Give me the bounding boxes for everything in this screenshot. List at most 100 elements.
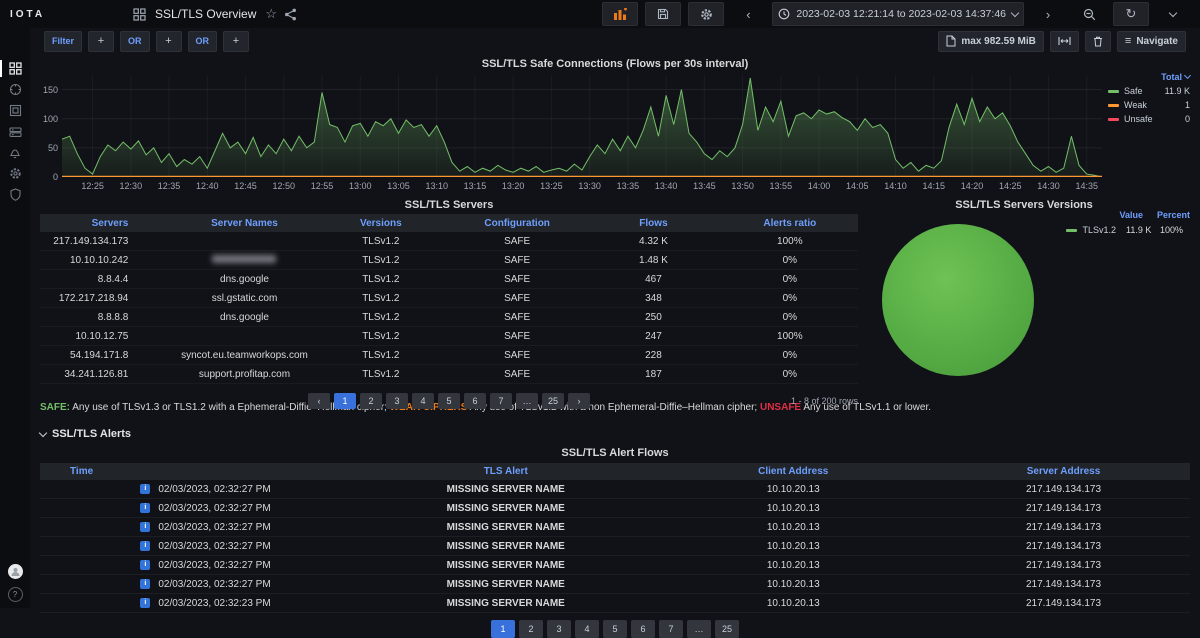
time-range-picker[interactable]: 2023-02-03 12:21:14 to 2023-02-03 14:37:… <box>772 2 1024 26</box>
pagination-next-button[interactable]: › <box>568 393 590 409</box>
column-header[interactable]: Server Address <box>937 463 1190 480</box>
alert-row[interactable]: i02/03/2023, 02:32:27 PMMISSING SERVER N… <box>40 556 1190 575</box>
column-header[interactable]: TLS Alert <box>362 463 650 480</box>
pagination-page-button[interactable]: 3 <box>386 393 408 409</box>
column-header[interactable]: Alerts ratio <box>722 214 858 232</box>
time-forward-button[interactable]: › <box>1031 3 1065 25</box>
table-row[interactable]: 34.241.126.81support.profitap.comTLSv1.2… <box>40 365 858 384</box>
table-row[interactable]: 54.194.171.8syncot.eu.teamworkops.comTLS… <box>40 346 858 365</box>
sidebar-item-alerting[interactable] <box>0 142 30 163</box>
pagination-page-button[interactable]: 2 <box>519 620 543 638</box>
legend-item-safe[interactable]: Safe11.9 K <box>1108 86 1190 96</box>
alert-row[interactable]: i02/03/2023, 02:32:27 PMMISSING SERVER N… <box>40 480 1190 499</box>
cell-version: TLSv1.2 <box>313 346 449 365</box>
sidebar-item-dashboards[interactable] <box>0 58 30 79</box>
table-row[interactable]: 10.10.10.242TLSv1.2SAFE1.48 K0% <box>40 251 858 270</box>
help-icon[interactable]: ? <box>8 587 23 602</box>
table-row[interactable]: 172.217.218.94ssl.gstatic.comTLSv1.2SAFE… <box>40 289 858 308</box>
info-icon[interactable]: i <box>140 560 150 570</box>
pagination-page-button[interactable]: … <box>516 393 538 409</box>
column-header[interactable]: Versions <box>313 214 449 232</box>
column-header[interactable]: Client Address <box>650 463 938 480</box>
pagination-page-button[interactable]: 7 <box>490 393 512 409</box>
info-icon[interactable]: i <box>140 503 150 513</box>
alert-row[interactable]: i02/03/2023, 02:32:27 PMMISSING SERVER N… <box>40 499 1190 518</box>
column-header[interactable]: Configuration <box>449 214 585 232</box>
sidebar-item-settings[interactable] <box>0 163 30 184</box>
save-dashboard-button[interactable] <box>645 2 681 26</box>
pagination-page-button[interactable]: 1 <box>334 393 356 409</box>
star-icon[interactable]: ☆ <box>265 6 277 22</box>
alerts-section-header[interactable]: SSL/TLS Alerts <box>40 428 1190 440</box>
sidebar-item-security[interactable] <box>0 184 30 205</box>
cell-alerts-ratio: 0% <box>722 308 858 327</box>
add-filter-button[interactable]: + <box>88 31 114 52</box>
alert-row[interactable]: i02/03/2023, 02:32:23 PMMISSING SERVER N… <box>40 594 1190 613</box>
table-row[interactable]: 10.10.12.75TLSv1.2SAFE247100% <box>40 327 858 346</box>
table-row[interactable]: 217.149.134.173TLSv1.2SAFE4.32 K100% <box>40 232 858 251</box>
legend-item-weak[interactable]: Weak1 <box>1108 100 1190 110</box>
sidebar-item-panels[interactable] <box>0 100 30 121</box>
alert-row[interactable]: i02/03/2023, 02:32:27 PMMISSING SERVER N… <box>40 537 1190 556</box>
alert-row[interactable]: i02/03/2023, 02:32:27 PMMISSING SERVER N… <box>40 575 1190 594</box>
pagination-page-button[interactable]: 4 <box>575 620 599 638</box>
column-header[interactable]: Flows <box>585 214 721 232</box>
x-tick-label: 13:45 <box>693 181 716 191</box>
hamburger-icon: ≡ <box>1125 35 1131 47</box>
alert-row[interactable]: i02/03/2023, 02:32:27 PMMISSING SERVER N… <box>40 518 1190 537</box>
or-button-2[interactable]: OR <box>188 31 218 52</box>
add-or-button-1[interactable]: + <box>156 31 182 52</box>
column-header[interactable]: Servers <box>40 214 176 232</box>
pagination-prev-button[interactable]: ‹ <box>308 393 330 409</box>
table-row[interactable]: 8.8.8.8dns.googleTLSv1.2SAFE2500% <box>40 308 858 327</box>
column-header[interactable]: Server Names <box>176 214 312 232</box>
max-size-button[interactable]: max 982.59 MiB <box>938 31 1044 52</box>
add-panel-button[interactable] <box>602 2 638 26</box>
cell-server: 10.10.10.242 <box>40 251 176 270</box>
refresh-interval-dropdown[interactable] <box>1156 3 1190 25</box>
share-icon[interactable] <box>284 8 297 21</box>
user-avatar[interactable] <box>8 564 23 579</box>
pagination-page-button[interactable]: 25 <box>542 393 564 409</box>
x-tick-label: 12:25 <box>81 181 104 191</box>
x-tick-label: 13:00 <box>349 181 372 191</box>
sidebar-item-storage[interactable] <box>0 121 30 142</box>
pagination-page-button[interactable]: 6 <box>631 620 655 638</box>
legend-total-header[interactable]: Total <box>1108 72 1190 82</box>
cell-client-address: 10.10.20.13 <box>650 499 938 518</box>
pie-chart[interactable] <box>882 224 1034 376</box>
time-back-button[interactable]: ‹ <box>731 3 765 25</box>
pagination-page-button[interactable]: 1 <box>491 620 515 638</box>
dashboard-settings-button[interactable] <box>688 2 724 26</box>
legend-item-unsafe[interactable]: Unsafe0 <box>1108 114 1190 124</box>
pagination-page-button[interactable]: 5 <box>438 393 460 409</box>
pagination-page-button[interactable]: 3 <box>547 620 571 638</box>
info-icon[interactable]: i <box>140 541 150 551</box>
pagination-page-button[interactable]: 5 <box>603 620 627 638</box>
column-header[interactable]: Time <box>40 463 362 480</box>
info-icon[interactable]: i <box>140 522 150 532</box>
sidebar-item-explore[interactable] <box>0 79 30 100</box>
trash-button[interactable] <box>1085 31 1111 52</box>
pagination-page-button[interactable]: 25 <box>715 620 739 638</box>
table-row[interactable]: 8.8.4.4dns.googleTLSv1.2SAFE4670% <box>40 270 858 289</box>
fit-width-button[interactable] <box>1050 31 1079 52</box>
refresh-button[interactable]: ↻ <box>1113 2 1149 26</box>
pagination-page-button[interactable]: 2 <box>360 393 382 409</box>
cell-server-name: dns.google <box>176 308 312 327</box>
pie-legend-item[interactable]: TLSv1.211.9 K100% <box>1066 225 1190 235</box>
chart-legend: Total Safe11.9 K Weak1 Unsafe0 <box>1108 72 1190 128</box>
pagination-page-button[interactable]: 4 <box>412 393 434 409</box>
zoom-out-button[interactable] <box>1072 3 1106 25</box>
pagination-page-button[interactable]: … <box>687 620 711 638</box>
or-button-1[interactable]: OR <box>120 31 150 52</box>
timeseries-chart[interactable] <box>62 75 1102 177</box>
pagination-page-button[interactable]: 7 <box>659 620 683 638</box>
pagination-page-button[interactable]: 6 <box>464 393 486 409</box>
info-icon[interactable]: i <box>140 598 150 608</box>
info-icon[interactable]: i <box>140 484 150 494</box>
filter-button[interactable]: Filter <box>44 31 82 52</box>
add-or-button-2[interactable]: + <box>223 31 249 52</box>
navigate-button[interactable]: ≡ Navigate <box>1117 31 1186 52</box>
info-icon[interactable]: i <box>140 579 150 589</box>
